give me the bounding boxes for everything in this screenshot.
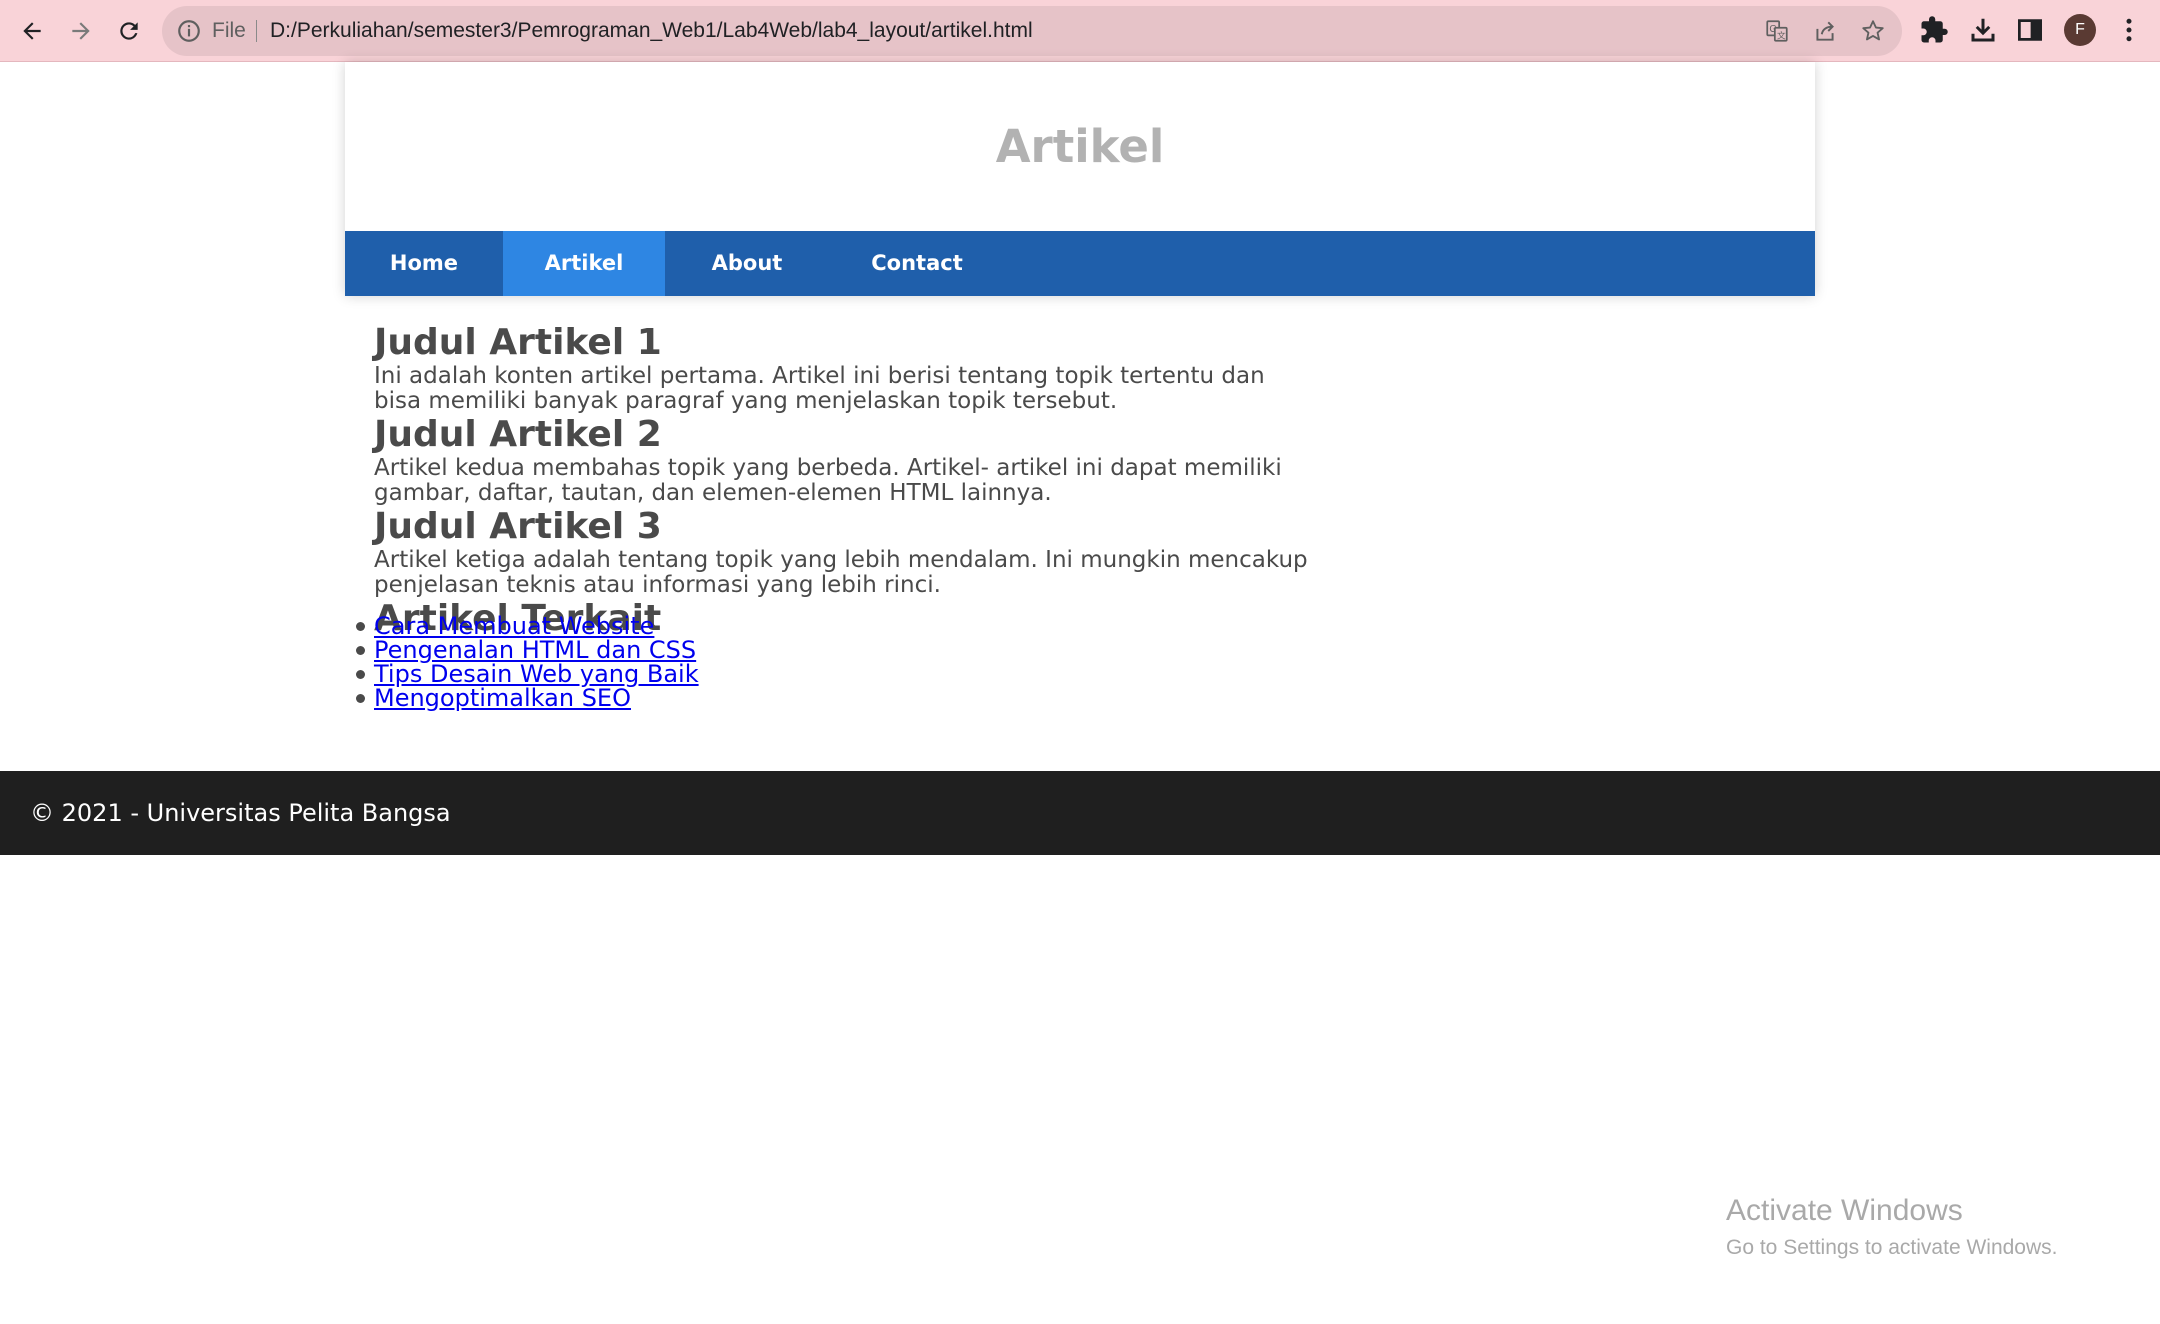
article-body: Ini adalah konten artikel pertama. Artik…: [374, 363, 1265, 414]
article-body: Artikel ketiga adalah tentang topik yang…: [374, 547, 1308, 598]
translate-icon[interactable]: G 文: [1764, 18, 1790, 44]
share-icon[interactable]: [1812, 18, 1838, 44]
scheme-label: File: [212, 19, 246, 42]
profile-avatar[interactable]: F: [2064, 14, 2096, 46]
activate-windows-subtitle: Go to Settings to activate Windows.: [1726, 1236, 2058, 1259]
extensions-icon[interactable]: [1919, 15, 1949, 45]
back-icon: [23, 22, 41, 40]
article-title: Judul Artikel 2: [374, 414, 662, 455]
page-container: Artikel Home Artikel About Contact: [345, 62, 1815, 296]
forward-button[interactable]: [61, 11, 101, 51]
list-item: Mengoptimalkan SEO: [356, 684, 699, 712]
page-footer: © 2021 - Universitas Pelita Bangsa: [0, 771, 2160, 855]
browser-toolbar: File D:/Perkuliahan/semester3/Pemrograma…: [0, 0, 2160, 62]
footer-text: © 2021 - Universitas Pelita Bangsa: [30, 799, 451, 827]
list-item: Tips Desain Web yang Baik: [356, 662, 699, 686]
page-title: Artikel: [995, 120, 1165, 173]
related-link[interactable]: Mengoptimalkan SEO: [374, 684, 631, 712]
reload-button[interactable]: [109, 11, 149, 51]
reload-icon: [120, 22, 138, 40]
list-item: Pengenalan HTML dan CSS: [356, 638, 699, 662]
forward-icon: [72, 22, 90, 40]
nav-item-artikel[interactable]: Artikel: [503, 231, 665, 296]
article-body: Artikel kedua membahas topik yang berbed…: [374, 455, 1282, 506]
nav-item-home[interactable]: Home: [345, 231, 503, 296]
related-links-list: Cara Membuat Website Pengenalan HTML dan…: [356, 614, 699, 712]
address-bar[interactable]: File D:/Perkuliahan/semester3/Pemrograma…: [162, 6, 1902, 56]
list-item: Cara Membuat Website: [356, 614, 699, 638]
nav-item-about[interactable]: About: [665, 231, 829, 296]
url-text[interactable]: D:/Perkuliahan/semester3/Pemrograman_Web…: [270, 6, 1033, 56]
activate-windows-title: Activate Windows: [1726, 1194, 1963, 1227]
info-icon[interactable]: [176, 18, 202, 44]
side-panel-icon[interactable]: [2015, 15, 2045, 45]
omnibox-divider: [256, 20, 257, 42]
bullet: [356, 694, 365, 703]
svg-text:文: 文: [1777, 30, 1786, 41]
article-title: Judul Artikel 1: [374, 322, 662, 363]
bullet: [356, 670, 365, 679]
back-button[interactable]: [12, 11, 52, 51]
article-title: Judul Artikel 3: [374, 506, 662, 547]
bullet: [356, 622, 365, 631]
download-icon[interactable]: [1968, 15, 1998, 45]
main-nav: Home Artikel About Contact: [345, 231, 1815, 296]
nav-item-contact[interactable]: Contact: [829, 231, 1005, 296]
star-icon[interactable]: [1860, 18, 1886, 44]
bullet: [356, 646, 365, 655]
menu-icon[interactable]: [2114, 15, 2144, 45]
article-content: Judul Artikel 1 Ini adalah konten artike…: [374, 322, 1314, 640]
